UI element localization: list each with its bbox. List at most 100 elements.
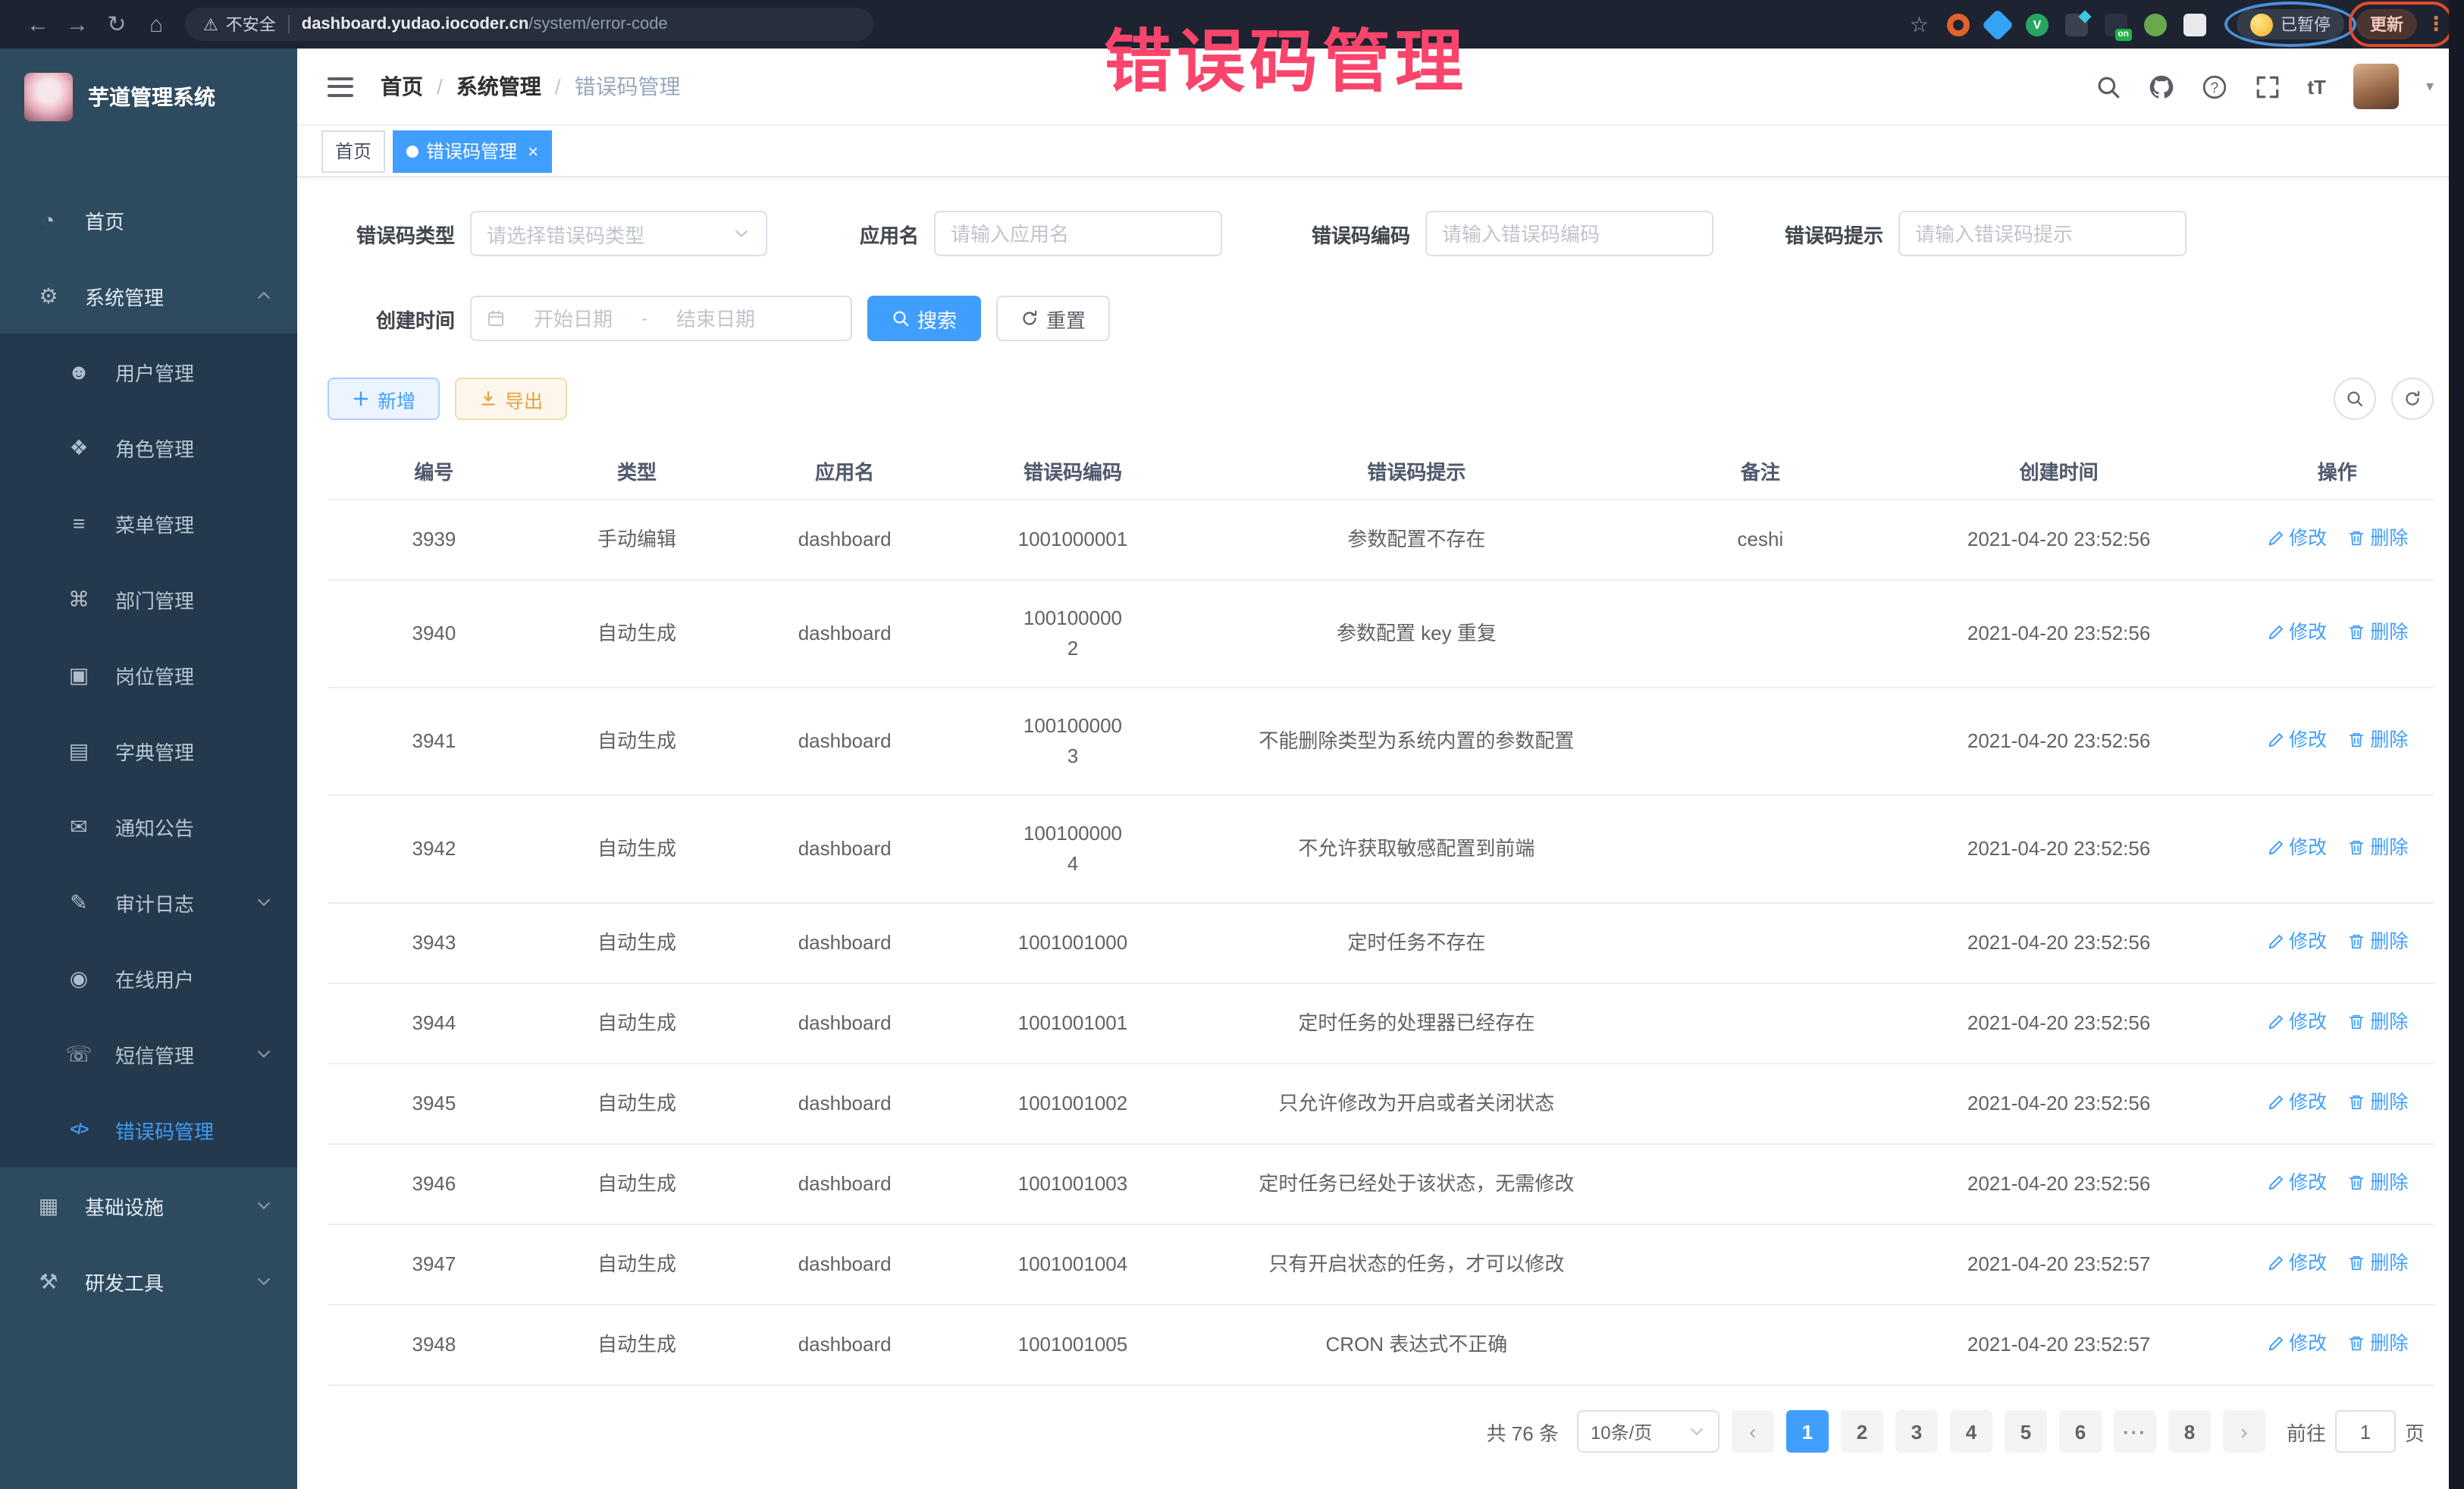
ubuntu-ring-extension-icon[interactable] xyxy=(1947,13,1970,36)
forward-icon[interactable]: → xyxy=(58,11,97,37)
refresh-icon xyxy=(1020,309,1039,328)
cell-id: 3947 xyxy=(328,1224,541,1305)
sidebar-item-audit-log[interactable]: ✎ 审计日志 xyxy=(0,864,297,940)
sidebar-item-home[interactable]: ◔ 首页 xyxy=(0,182,297,258)
cell-message: 定时任务的处理器已经存在 xyxy=(1190,983,1644,1064)
bookmark-star-icon[interactable]: ☆ xyxy=(1910,11,1929,37)
export-button[interactable]: 导出 xyxy=(455,378,567,420)
edit-link[interactable]: 修改 xyxy=(2266,1007,2327,1037)
edit-link[interactable]: 修改 xyxy=(2266,725,2327,755)
back-icon[interactable]: ← xyxy=(18,11,58,37)
edit-link[interactable]: 修改 xyxy=(2266,523,2327,553)
hamburger-icon[interactable] xyxy=(328,77,353,96)
page-button[interactable]: 8 xyxy=(2168,1410,2211,1453)
reset-button[interactable]: 重置 xyxy=(996,296,1110,341)
delete-link[interactable]: 删除 xyxy=(2347,1007,2408,1037)
date-range-picker[interactable]: - xyxy=(470,296,852,341)
blue-gem-extension-icon[interactable] xyxy=(1982,8,2014,40)
edit-link[interactable]: 修改 xyxy=(2266,832,2327,863)
reload-icon[interactable]: ↻ xyxy=(97,11,136,38)
search-button[interactable]: 搜索 xyxy=(867,296,981,341)
edit-link[interactable]: 修改 xyxy=(2266,926,2327,957)
app-logo-row[interactable]: 芋道管理系统 xyxy=(0,49,297,146)
profile-paused-chip[interactable]: 已暂停 xyxy=(2237,9,2344,39)
delete-link[interactable]: 删除 xyxy=(2347,926,2408,957)
delete-link[interactable]: 删除 xyxy=(2347,832,2408,863)
delete-link[interactable]: 删除 xyxy=(2347,1087,2408,1118)
green-v-extension-icon[interactable]: V xyxy=(2026,13,2049,36)
page-button[interactable]: 3 xyxy=(1895,1410,1938,1453)
address-bar[interactable]: ⚠ 不安全 dashboard.yudao.iocoder.cn/system/… xyxy=(185,8,873,41)
goto-page-input[interactable] xyxy=(2335,1410,2396,1453)
sidebar-item-dict[interactable]: ▤ 字典管理 xyxy=(0,713,297,788)
more-pages-icon[interactable]: ··· xyxy=(2114,1410,2156,1453)
browser-menu-dots-icon[interactable]: ⋮ xyxy=(2426,12,2446,36)
list-on-extension-icon[interactable]: on xyxy=(2105,13,2127,36)
delete-link[interactable]: 删除 xyxy=(2347,1168,2408,1198)
delete-link[interactable]: 删除 xyxy=(2347,617,2408,647)
edit-link[interactable]: 修改 xyxy=(2266,1087,2327,1118)
page-size-select[interactable]: 10条/页 xyxy=(1577,1410,1719,1453)
user-avatar[interactable] xyxy=(2353,64,2399,109)
home-icon[interactable]: ⌂ xyxy=(136,11,176,37)
page-button[interactable]: 5 xyxy=(2005,1410,2047,1453)
breadcrumb-item[interactable]: 首页 xyxy=(381,71,423,102)
help-icon[interactable] xyxy=(2201,74,2227,99)
edit-link[interactable]: 修改 xyxy=(2266,617,2327,647)
page-scrollbar[interactable] xyxy=(2449,0,2464,1489)
sidebar-item-user[interactable]: ☻ 用户管理 xyxy=(0,334,297,409)
sidebar-item-dept[interactable]: ⌘ 部门管理 xyxy=(0,561,297,637)
view-tab[interactable]: 首页 xyxy=(321,130,385,172)
breadcrumb-item[interactable]: 系统管理 xyxy=(456,71,541,102)
chevron-down-icon xyxy=(1688,1422,1706,1440)
error-hint-input[interactable] xyxy=(1900,212,2185,255)
green-key-extension-icon[interactable] xyxy=(2144,13,2167,36)
sidebar-item-menu[interactable]: ≡ 菜单管理 xyxy=(0,485,297,561)
update-chip[interactable]: 更新 xyxy=(2356,9,2417,39)
github-icon[interactable] xyxy=(2148,74,2174,99)
cell-app: dashboard xyxy=(733,500,956,580)
sidebar-item-post[interactable]: ▣ 岗位管理 xyxy=(0,637,297,713)
view-tab[interactable]: 错误码管理 × xyxy=(393,130,552,172)
edit-link[interactable]: 修改 xyxy=(2266,1328,2327,1359)
dark-grid-extension-icon[interactable] xyxy=(2065,13,2088,36)
avatar-dropdown-caret-icon[interactable]: ▾ xyxy=(2426,78,2434,95)
edit-link[interactable]: 修改 xyxy=(2266,1248,2327,1278)
start-date-input[interactable] xyxy=(508,297,638,340)
page-button[interactable]: 6 xyxy=(2059,1410,2102,1453)
end-date-input[interactable] xyxy=(650,297,781,340)
page-button[interactable]: 1 xyxy=(1786,1410,1829,1453)
search-icon[interactable] xyxy=(2095,74,2121,99)
add-button[interactable]: 新增 xyxy=(328,378,440,420)
next-page-button[interactable]: › xyxy=(2223,1410,2265,1453)
puzzle-extension-icon[interactable] xyxy=(2183,13,2206,36)
edit-link[interactable]: 修改 xyxy=(2266,1168,2327,1198)
refresh-table-button[interactable] xyxy=(2391,378,2434,420)
sidebar-item-online-user[interactable]: ◉ 在线用户 xyxy=(0,940,297,1016)
delete-link[interactable]: 删除 xyxy=(2347,1248,2408,1278)
edit-icon xyxy=(2266,1334,2284,1353)
page-button[interactable]: 4 xyxy=(1950,1410,1992,1453)
font-size-icon[interactable]: tT xyxy=(2307,75,2326,98)
sidebar-item-infra[interactable]: ▦ 基础设施 xyxy=(0,1168,297,1243)
sidebar-item-error-code[interactable]: </> 错误码管理 xyxy=(0,1092,297,1168)
error-code-table: 编号类型应用名错误码编码错误码提示备注创建时间操作 3939 手动编辑 dash… xyxy=(328,441,2434,1386)
page-button[interactable]: 2 xyxy=(1841,1410,1883,1453)
sidebar-item-system[interactable]: ⚙ 系统管理 xyxy=(0,258,297,334)
delete-link[interactable]: 删除 xyxy=(2347,1328,2408,1359)
error-code-input[interactable] xyxy=(1427,212,1712,255)
app-name-input[interactable] xyxy=(936,212,1221,255)
sidebar-item-sms[interactable]: ☏ 短信管理 xyxy=(0,1016,297,1092)
delete-link[interactable]: 删除 xyxy=(2347,523,2408,553)
close-icon[interactable]: × xyxy=(528,142,538,160)
toggle-search-button[interactable] xyxy=(2334,378,2376,420)
sidebar-item-notice[interactable]: ✉ 通知公告 xyxy=(0,788,297,864)
sidebar-item-devtools[interactable]: ⚒ 研发工具 xyxy=(0,1243,297,1319)
chevron-icon xyxy=(255,1196,273,1215)
prev-page-button[interactable]: ‹ xyxy=(1732,1410,1774,1453)
sidebar-item-role[interactable]: ❖ 角色管理 xyxy=(0,409,297,485)
delete-link[interactable]: 删除 xyxy=(2347,725,2408,755)
cell-memo xyxy=(1644,983,1876,1064)
fullscreen-icon[interactable] xyxy=(2254,74,2280,99)
error-type-select[interactable]: 请选择错误码类型 xyxy=(470,211,767,256)
